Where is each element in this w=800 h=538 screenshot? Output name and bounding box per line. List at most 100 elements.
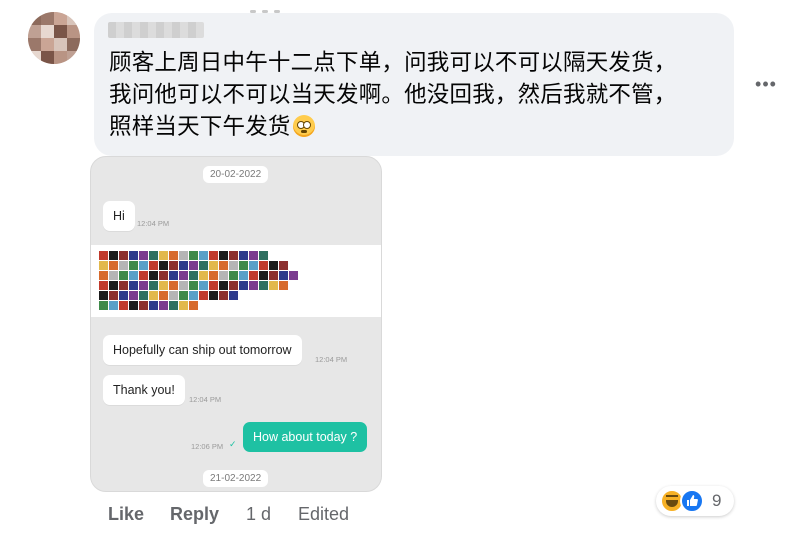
mosaic-tile (189, 251, 198, 260)
delivered-check-icon: ✓ (229, 439, 237, 449)
mosaic-tile (149, 261, 158, 270)
mosaic-tile (209, 251, 218, 260)
reactions-summary[interactable]: 9 (656, 486, 734, 516)
mosaic-tile (199, 281, 208, 290)
mosaic-tile (219, 261, 228, 270)
mosaic-tile (169, 261, 178, 270)
mosaic-tile (229, 271, 238, 280)
attached-chat-screenshot[interactable]: 20-02-2022 Hi 12:04 PM Hopefully can shi… (90, 156, 382, 492)
chat-message-text: Hopefully can ship out tomorrow (113, 343, 292, 357)
mosaic-tile (149, 301, 158, 310)
mosaic-tile (139, 271, 148, 280)
chat-message-text: Hi (113, 209, 125, 223)
comment-line-1: 顾客上周日中午十二点下单，问我可以不可以隔天发货， (109, 50, 677, 76)
mosaic-tile (159, 271, 168, 280)
like-icon (680, 489, 704, 513)
mosaic-tile (239, 281, 248, 290)
mosaic-tile (279, 281, 288, 290)
chat-message-in: Hi (103, 201, 135, 231)
mosaic-tile (249, 281, 258, 290)
mosaic-tile (189, 261, 198, 270)
mosaic-tile (269, 261, 278, 270)
mosaic-tile (119, 301, 128, 310)
mosaic-tile (139, 261, 148, 270)
mosaic-tile (259, 271, 268, 280)
mosaic-tile (169, 291, 178, 300)
chat-message-text: How about today ? (253, 430, 358, 444)
cropped-header-remnant (250, 0, 290, 13)
like-button[interactable]: Like (108, 504, 144, 525)
comment-text: 顾客上周日中午十二点下单，问我可以不可以隔天发货， 我问他可以不可以当天发啊。他… (109, 47, 719, 143)
mosaic-tile (249, 261, 258, 270)
mosaic-tile (209, 281, 218, 290)
mosaic-tile (169, 271, 178, 280)
mosaic-tile (119, 271, 128, 280)
mosaic-tile (239, 261, 248, 270)
mosaic-tile (109, 291, 118, 300)
mosaic-tile (169, 301, 178, 310)
mosaic-tile (229, 261, 238, 270)
edited-label[interactable]: Edited (298, 504, 349, 525)
mosaic-tile (139, 301, 148, 310)
mosaic-tile (209, 291, 218, 300)
mosaic-tile (219, 251, 228, 260)
mosaic-tile (109, 251, 118, 260)
mosaic-tile (189, 291, 198, 300)
mosaic-tile (179, 251, 188, 260)
mosaic-tile (129, 261, 138, 270)
mosaic-tile (109, 271, 118, 280)
mosaic-tile (99, 261, 108, 270)
mosaic-tile (99, 251, 108, 260)
mosaic-tile (199, 271, 208, 280)
author-name-redacted[interactable] (108, 22, 204, 38)
mosaic-tile (199, 251, 208, 260)
mosaic-tile (179, 291, 188, 300)
mosaic-tile (259, 261, 268, 270)
mosaic-tile (209, 271, 218, 280)
comment-line-2: 我问他可以不可以当天发啊。他没回我，然后我就不管， (109, 82, 677, 108)
mosaic-tile (169, 281, 178, 290)
mosaic-tile (109, 261, 118, 270)
mosaic-tile (179, 281, 188, 290)
mosaic-tile (249, 271, 258, 280)
mosaic-tile (129, 291, 138, 300)
mosaic-tile (239, 251, 248, 260)
mosaic-tile (279, 261, 288, 270)
mosaic-tile (109, 301, 118, 310)
mosaic-tile (129, 251, 138, 260)
mosaic-tile (199, 291, 208, 300)
mosaic-tile (99, 291, 108, 300)
chat-message-out: How about today ? (243, 422, 368, 452)
avatar[interactable] (28, 12, 80, 64)
mosaic-tile (99, 281, 108, 290)
mosaic-tile (209, 261, 218, 270)
mosaic-tile (229, 281, 238, 290)
chat-message-time: 12:04 PM (189, 395, 222, 404)
date-chip-top: 20-02-2022 (203, 166, 269, 183)
flushed-face-emoji-icon (292, 115, 315, 137)
reply-button[interactable]: Reply (170, 504, 219, 525)
chat-message-in: Hopefully can ship out tomorrow (103, 335, 302, 365)
mosaic-tile (179, 301, 188, 310)
comment-age[interactable]: 1 d (246, 504, 271, 525)
mosaic-tile (259, 251, 268, 260)
mosaic-tile (189, 281, 198, 290)
mosaic-tile (229, 251, 238, 260)
mosaic-tile (159, 251, 168, 260)
more-options-button[interactable]: ••• (752, 74, 780, 94)
date-chip-bottom: 21-02-2022 (203, 470, 269, 487)
mosaic-tile (129, 281, 138, 290)
mosaic-tile (119, 261, 128, 270)
mosaic-tile (189, 301, 198, 310)
mosaic-tile (249, 251, 258, 260)
mosaic-tile (109, 281, 118, 290)
mosaic-tile (149, 281, 158, 290)
mosaic-tile (139, 291, 148, 300)
mosaic-tile (159, 301, 168, 310)
chat-message-time: 12:04 PM (315, 355, 348, 364)
mosaic-tile (99, 301, 108, 310)
mosaic-tile (149, 251, 158, 260)
mosaic-tile (229, 291, 238, 300)
mosaic-tile (139, 251, 148, 260)
mosaic-tile (159, 281, 168, 290)
